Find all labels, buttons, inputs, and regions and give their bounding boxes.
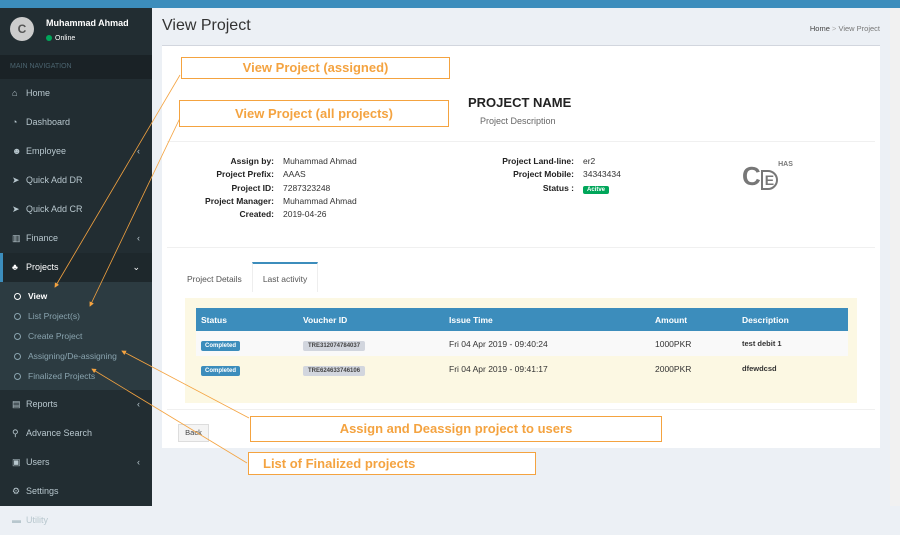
arrow-view: [54, 74, 181, 288]
utility-icon: ▬: [12, 515, 21, 525]
annotation-finalized: List of Finalized projects: [248, 452, 536, 475]
arrow-finalized: [91, 368, 248, 464]
scrollbar[interactable]: [890, 8, 900, 506]
arrow-assign: [121, 350, 250, 419]
annotation-assign: Assign and Deassign project to users: [250, 416, 662, 442]
annotation-view-all: View Project (all projects): [179, 100, 449, 127]
sidebar-item-utility[interactable]: ▬ Utility: [0, 506, 152, 535]
sidebar-item-label: Utility: [26, 515, 48, 525]
arrow-list: [89, 117, 181, 307]
annotation-view-assigned: View Project (assigned): [181, 57, 450, 79]
